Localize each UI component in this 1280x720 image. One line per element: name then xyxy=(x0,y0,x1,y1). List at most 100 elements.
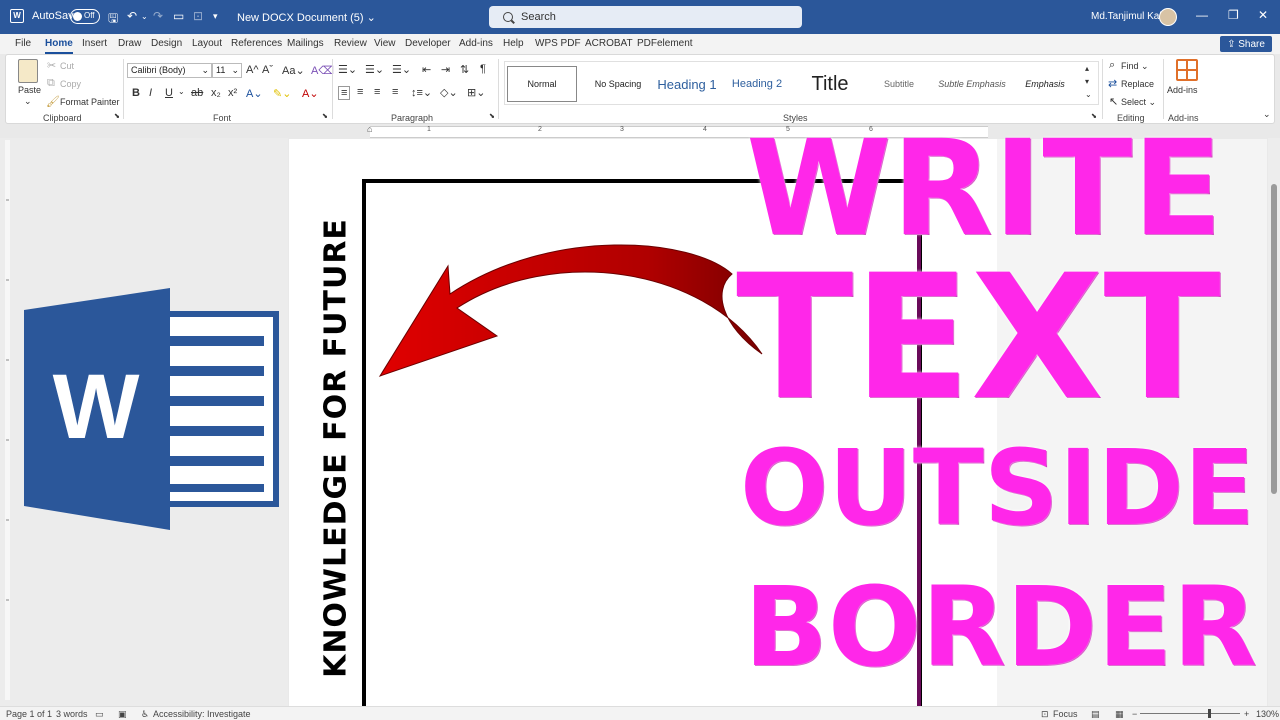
save-icon[interactable]: 🖫 xyxy=(108,9,118,30)
tab-wps-pdf[interactable]: WPS PDF xyxy=(535,38,581,49)
avatar[interactable] xyxy=(1159,8,1177,26)
bold-icon[interactable]: B xyxy=(132,87,140,99)
tab-references[interactable]: References xyxy=(231,38,282,49)
styles-scroll-down-icon[interactable]: ▾ xyxy=(1085,77,1089,86)
subscript-icon[interactable]: x₂ xyxy=(211,87,221,99)
undo-icon[interactable]: ↶ xyxy=(127,9,137,23)
multilevel-list-icon[interactable]: ☰⌄ xyxy=(392,63,411,76)
align-right-icon[interactable]: ≡ xyxy=(374,86,380,98)
replace-button[interactable]: Replace xyxy=(1121,79,1154,89)
zoom-in-icon[interactable]: + xyxy=(1244,709,1249,719)
tab-draw[interactable]: Draw xyxy=(118,38,141,49)
show-marks-icon[interactable]: ¶ xyxy=(480,63,486,75)
tab-developer[interactable]: Developer xyxy=(405,38,451,49)
superscript-icon[interactable]: x² xyxy=(228,87,237,99)
style-normal[interactable]: Normal xyxy=(507,66,577,102)
read-mode-icon[interactable]: ▤ xyxy=(1091,709,1100,720)
style-heading-1[interactable]: Heading 1 xyxy=(653,66,721,102)
clear-formatting-icon[interactable]: A⌫ xyxy=(311,64,334,77)
borders-icon[interactable]: ⊞⌄ xyxy=(467,86,485,99)
predictions-icon[interactable]: ▣ xyxy=(118,709,127,720)
italic-icon[interactable]: I xyxy=(149,87,152,99)
tab-review[interactable]: Review xyxy=(334,38,367,49)
strikethrough-icon[interactable]: ab xyxy=(191,87,203,99)
print-layout-icon[interactable]: ▦ xyxy=(1115,709,1124,720)
proofing-icon[interactable]: ▭ xyxy=(95,709,104,720)
collapse-ribbon-icon[interactable]: ⌄ xyxy=(1263,109,1271,120)
format-painter-button[interactable]: Format Painter xyxy=(60,97,120,107)
style-heading-2[interactable]: Heading 2 xyxy=(725,66,789,102)
copy-button[interactable]: Copy xyxy=(60,79,81,89)
paragraph-launcher-icon[interactable]: ⬊ xyxy=(489,112,495,120)
font-size-select[interactable]: 11 ⌄ xyxy=(212,63,242,78)
grow-font-icon[interactable]: A^ xyxy=(246,64,259,76)
style-subtle-emphasis[interactable]: Subtle Emphasis xyxy=(937,66,1007,102)
add-ins-button[interactable]: Add-ins xyxy=(1167,85,1198,95)
increase-indent-icon[interactable]: ⇥ xyxy=(441,63,450,76)
search-box[interactable]: Search xyxy=(489,6,802,28)
zoom-slider-knob[interactable] xyxy=(1208,709,1211,718)
style-no-spacing[interactable]: No Spacing xyxy=(583,66,653,102)
tab-mailings[interactable]: Mailings xyxy=(287,38,324,49)
font-color-icon[interactable]: A⌄ xyxy=(302,87,319,100)
justify-icon[interactable]: ≡ xyxy=(392,86,398,98)
styles-scroll-up-icon[interactable]: ▴ xyxy=(1085,64,1089,73)
clipboard-launcher-icon[interactable]: ⬊ xyxy=(114,112,120,120)
shading-icon[interactable]: ◇⌄ xyxy=(440,86,458,99)
highlight-icon[interactable]: ✎⌄ xyxy=(273,87,291,100)
tab-insert[interactable]: Insert xyxy=(82,38,107,49)
tab-help[interactable]: Help xyxy=(503,38,524,49)
cut-button[interactable]: Cut xyxy=(60,61,74,71)
bullets-icon[interactable]: ☰⌄ xyxy=(338,63,357,76)
style-subtitle[interactable]: Subtitle xyxy=(867,66,931,102)
paste-icon[interactable] xyxy=(18,59,38,83)
tab-layout[interactable]: Layout xyxy=(192,38,222,49)
focus-button[interactable]: Focus xyxy=(1053,709,1078,719)
change-case-icon[interactable]: Aa⌄ xyxy=(282,64,305,77)
find-button[interactable]: Find ⌄ xyxy=(1121,61,1149,72)
customize-qat-icon[interactable]: ▾ xyxy=(213,11,218,22)
scrollbar-thumb[interactable] xyxy=(1271,184,1277,494)
maximize-icon[interactable]: ❐ xyxy=(1228,8,1239,22)
add-ins-icon[interactable] xyxy=(1176,59,1198,81)
align-left-icon[interactable]: ≡ xyxy=(338,86,351,100)
styles-more-icon[interactable]: ⌄ xyxy=(1085,90,1092,99)
style-emphasis[interactable]: Emphasis xyxy=(1013,66,1077,102)
vertical-text-box[interactable]: KNOWLEDGE FOR FUTURE xyxy=(319,218,354,678)
paste-dropdown-icon[interactable]: ⌄ xyxy=(24,96,32,107)
page-count[interactable]: Page 1 of 1 xyxy=(6,709,52,719)
minimize-icon[interactable]: — xyxy=(1196,8,1208,22)
vertical-scrollbar[interactable] xyxy=(1268,138,1280,706)
zoom-slider[interactable] xyxy=(1140,713,1240,714)
font-name-select[interactable]: Calibri (Body) ⌄ xyxy=(127,63,212,78)
autosave-toggle[interactable]: Off xyxy=(70,9,100,24)
undo-dropdown-icon[interactable]: ⌄ xyxy=(141,12,148,21)
style-title[interactable]: Title xyxy=(795,66,865,102)
redo-icon[interactable]: ↷ xyxy=(153,9,163,23)
document-title[interactable]: New DOCX Document (5) ⌄ xyxy=(237,11,376,24)
font-launcher-icon[interactable]: ⬊ xyxy=(322,112,328,120)
tab-home[interactable]: Home xyxy=(45,38,73,54)
numbering-icon[interactable]: ☰⌄ xyxy=(365,63,384,76)
tab-file[interactable]: File xyxy=(15,38,31,49)
align-center-icon[interactable]: ≡ xyxy=(357,86,363,98)
line-spacing-icon[interactable]: ↕≡⌄ xyxy=(411,86,432,99)
word-count[interactable]: 3 words xyxy=(56,709,88,719)
zoom-level[interactable]: 130% xyxy=(1256,709,1279,719)
decrease-indent-icon[interactable]: ⇤ xyxy=(422,63,431,76)
tab-view[interactable]: View xyxy=(374,38,396,49)
indent-marker-icon[interactable]: ⌂ xyxy=(367,124,372,134)
accessibility-status[interactable]: Accessibility: Investigate xyxy=(153,709,251,719)
tab-pdfelement[interactable]: PDFelement xyxy=(637,38,693,49)
present-icon[interactable]: ▭ xyxy=(173,9,184,23)
shrink-font-icon[interactable]: Aˇ xyxy=(262,64,273,76)
share-button[interactable]: ⇪ Share xyxy=(1220,36,1272,52)
select-button[interactable]: Select ⌄ xyxy=(1121,97,1156,108)
underline-icon[interactable]: U xyxy=(165,87,173,99)
close-icon[interactable]: ✕ xyxy=(1258,8,1268,22)
tab-design[interactable]: Design xyxy=(151,38,182,49)
touch-mode-icon[interactable]: ⊡ xyxy=(193,9,203,23)
tab-acrobat[interactable]: ACROBAT xyxy=(585,38,633,49)
tab-add-ins[interactable]: Add-ins xyxy=(459,38,493,49)
text-effects-icon[interactable]: A⌄ xyxy=(246,87,263,100)
